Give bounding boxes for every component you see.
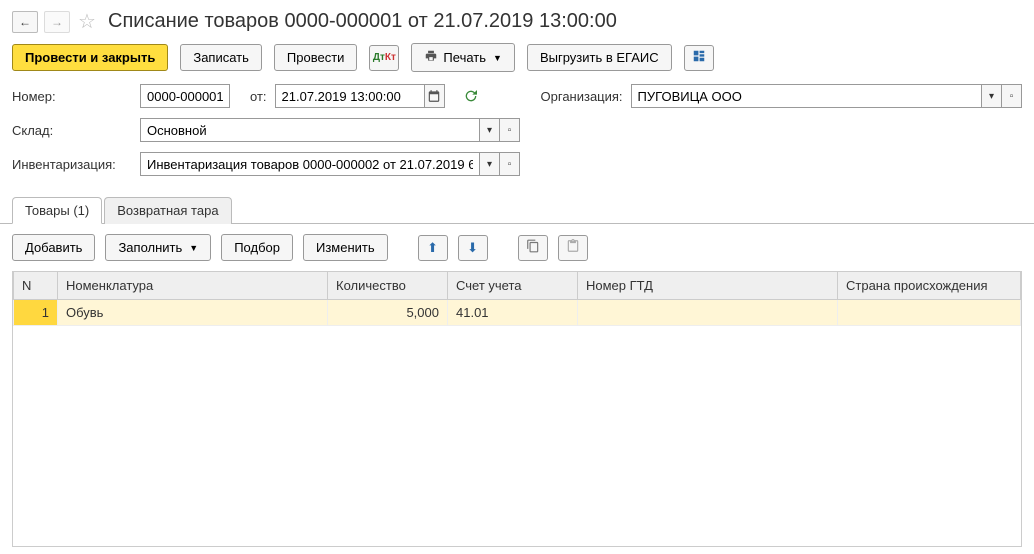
refresh-icon — [463, 88, 479, 104]
inventory-label: Инвентаризация: — [12, 157, 132, 172]
report-icon — [692, 49, 706, 66]
inventory-dropdown-button[interactable]: ▾ — [480, 152, 500, 176]
col-header-gtd[interactable]: Номер ГТД — [578, 272, 838, 300]
org-input[interactable] — [631, 84, 982, 108]
save-button[interactable]: Записать — [180, 44, 262, 71]
tab-goods[interactable]: Товары (1) — [12, 197, 102, 224]
goods-table[interactable]: N Номенклатура Количество Счет учета Ном… — [12, 271, 1022, 547]
edit-button[interactable]: Изменить — [303, 234, 388, 261]
cell-gtd[interactable] — [578, 300, 838, 326]
open-icon: ▫ — [508, 159, 512, 170]
arrow-left-icon: ← — [19, 15, 31, 29]
open-icon: ▫ — [508, 125, 512, 136]
favorite-star-icon[interactable]: ☆ — [76, 11, 98, 33]
arrow-up-icon: ⬆ — [427, 240, 438, 256]
warehouse-open-button[interactable]: ▫ — [500, 118, 520, 142]
org-dropdown-button[interactable]: ▾ — [982, 84, 1002, 108]
table-header-row: N Номенклатура Количество Счет учета Ном… — [14, 272, 1021, 300]
warehouse-input[interactable] — [140, 118, 480, 142]
move-down-button[interactable]: ⬇ — [458, 235, 488, 261]
org-open-button[interactable]: ▫ — [1002, 84, 1022, 108]
col-header-nomenclature[interactable]: Номенклатура — [58, 272, 328, 300]
inventory-input[interactable] — [140, 152, 480, 176]
table-empty-area[interactable] — [13, 326, 1021, 546]
inventory-open-button[interactable]: ▫ — [500, 152, 520, 176]
pick-button[interactable]: Подбор — [221, 234, 293, 261]
caret-down-icon: ▼ — [189, 243, 198, 253]
number-input[interactable] — [140, 84, 230, 108]
date-input[interactable] — [275, 84, 425, 108]
egais-button[interactable]: Выгрузить в ЕГАИС — [527, 44, 672, 71]
print-button[interactable]: Печать ▼ — [411, 43, 515, 72]
calendar-button[interactable] — [425, 84, 445, 108]
col-header-qty[interactable]: Количество — [328, 272, 448, 300]
from-label: от: — [250, 89, 267, 104]
printer-icon — [424, 49, 438, 66]
copy-icon — [526, 239, 540, 256]
warehouse-label: Склад: — [12, 123, 132, 138]
report-button[interactable] — [684, 45, 714, 71]
page-title: Списание товаров 0000-000001 от 21.07.20… — [108, 10, 617, 33]
cell-qty[interactable]: 5,000 — [328, 300, 448, 326]
fill-button[interactable]: Заполнить ▼ — [105, 234, 211, 261]
open-icon: ▫ — [1010, 91, 1014, 102]
arrow-right-icon: → — [51, 15, 63, 29]
cell-nomenclature[interactable]: Обувь — [58, 300, 328, 326]
cell-rownum[interactable]: 1 — [14, 300, 58, 326]
org-label: Организация: — [541, 89, 623, 104]
number-label: Номер: — [12, 89, 132, 104]
post-and-close-button[interactable]: Провести и закрыть — [12, 44, 168, 71]
col-header-n[interactable]: N — [14, 272, 58, 300]
warehouse-dropdown-button[interactable]: ▾ — [480, 118, 500, 142]
move-up-button[interactable]: ⬆ — [418, 235, 448, 261]
table-row[interactable]: 1 Обувь 5,000 41.01 — [14, 300, 1021, 326]
dtkt-button[interactable]: ДтКт — [369, 45, 399, 71]
col-header-country[interactable]: Страна происхождения — [838, 272, 1021, 300]
cell-country[interactable] — [838, 300, 1021, 326]
refresh-button[interactable] — [459, 84, 483, 108]
cell-account[interactable]: 41.01 — [448, 300, 578, 326]
post-button[interactable]: Провести — [274, 44, 358, 71]
arrow-down-icon: ⬇ — [467, 240, 478, 256]
tab-returnable-tara[interactable]: Возвратная тара — [104, 197, 231, 224]
add-button[interactable]: Добавить — [12, 234, 95, 261]
copy-button[interactable] — [518, 235, 548, 261]
paste-button[interactable] — [558, 235, 588, 261]
col-header-account[interactable]: Счет учета — [448, 272, 578, 300]
caret-down-icon: ▾ — [989, 91, 994, 102]
paste-icon — [566, 239, 580, 256]
caret-down-icon: ▼ — [493, 53, 502, 63]
nav-back-button[interactable]: ← — [12, 11, 38, 33]
dtkt-icon: ДтКт — [373, 52, 396, 63]
caret-down-icon: ▾ — [487, 159, 492, 170]
caret-down-icon: ▾ — [487, 125, 492, 136]
nav-forward-button[interactable]: → — [44, 11, 70, 33]
calendar-icon — [427, 89, 441, 103]
